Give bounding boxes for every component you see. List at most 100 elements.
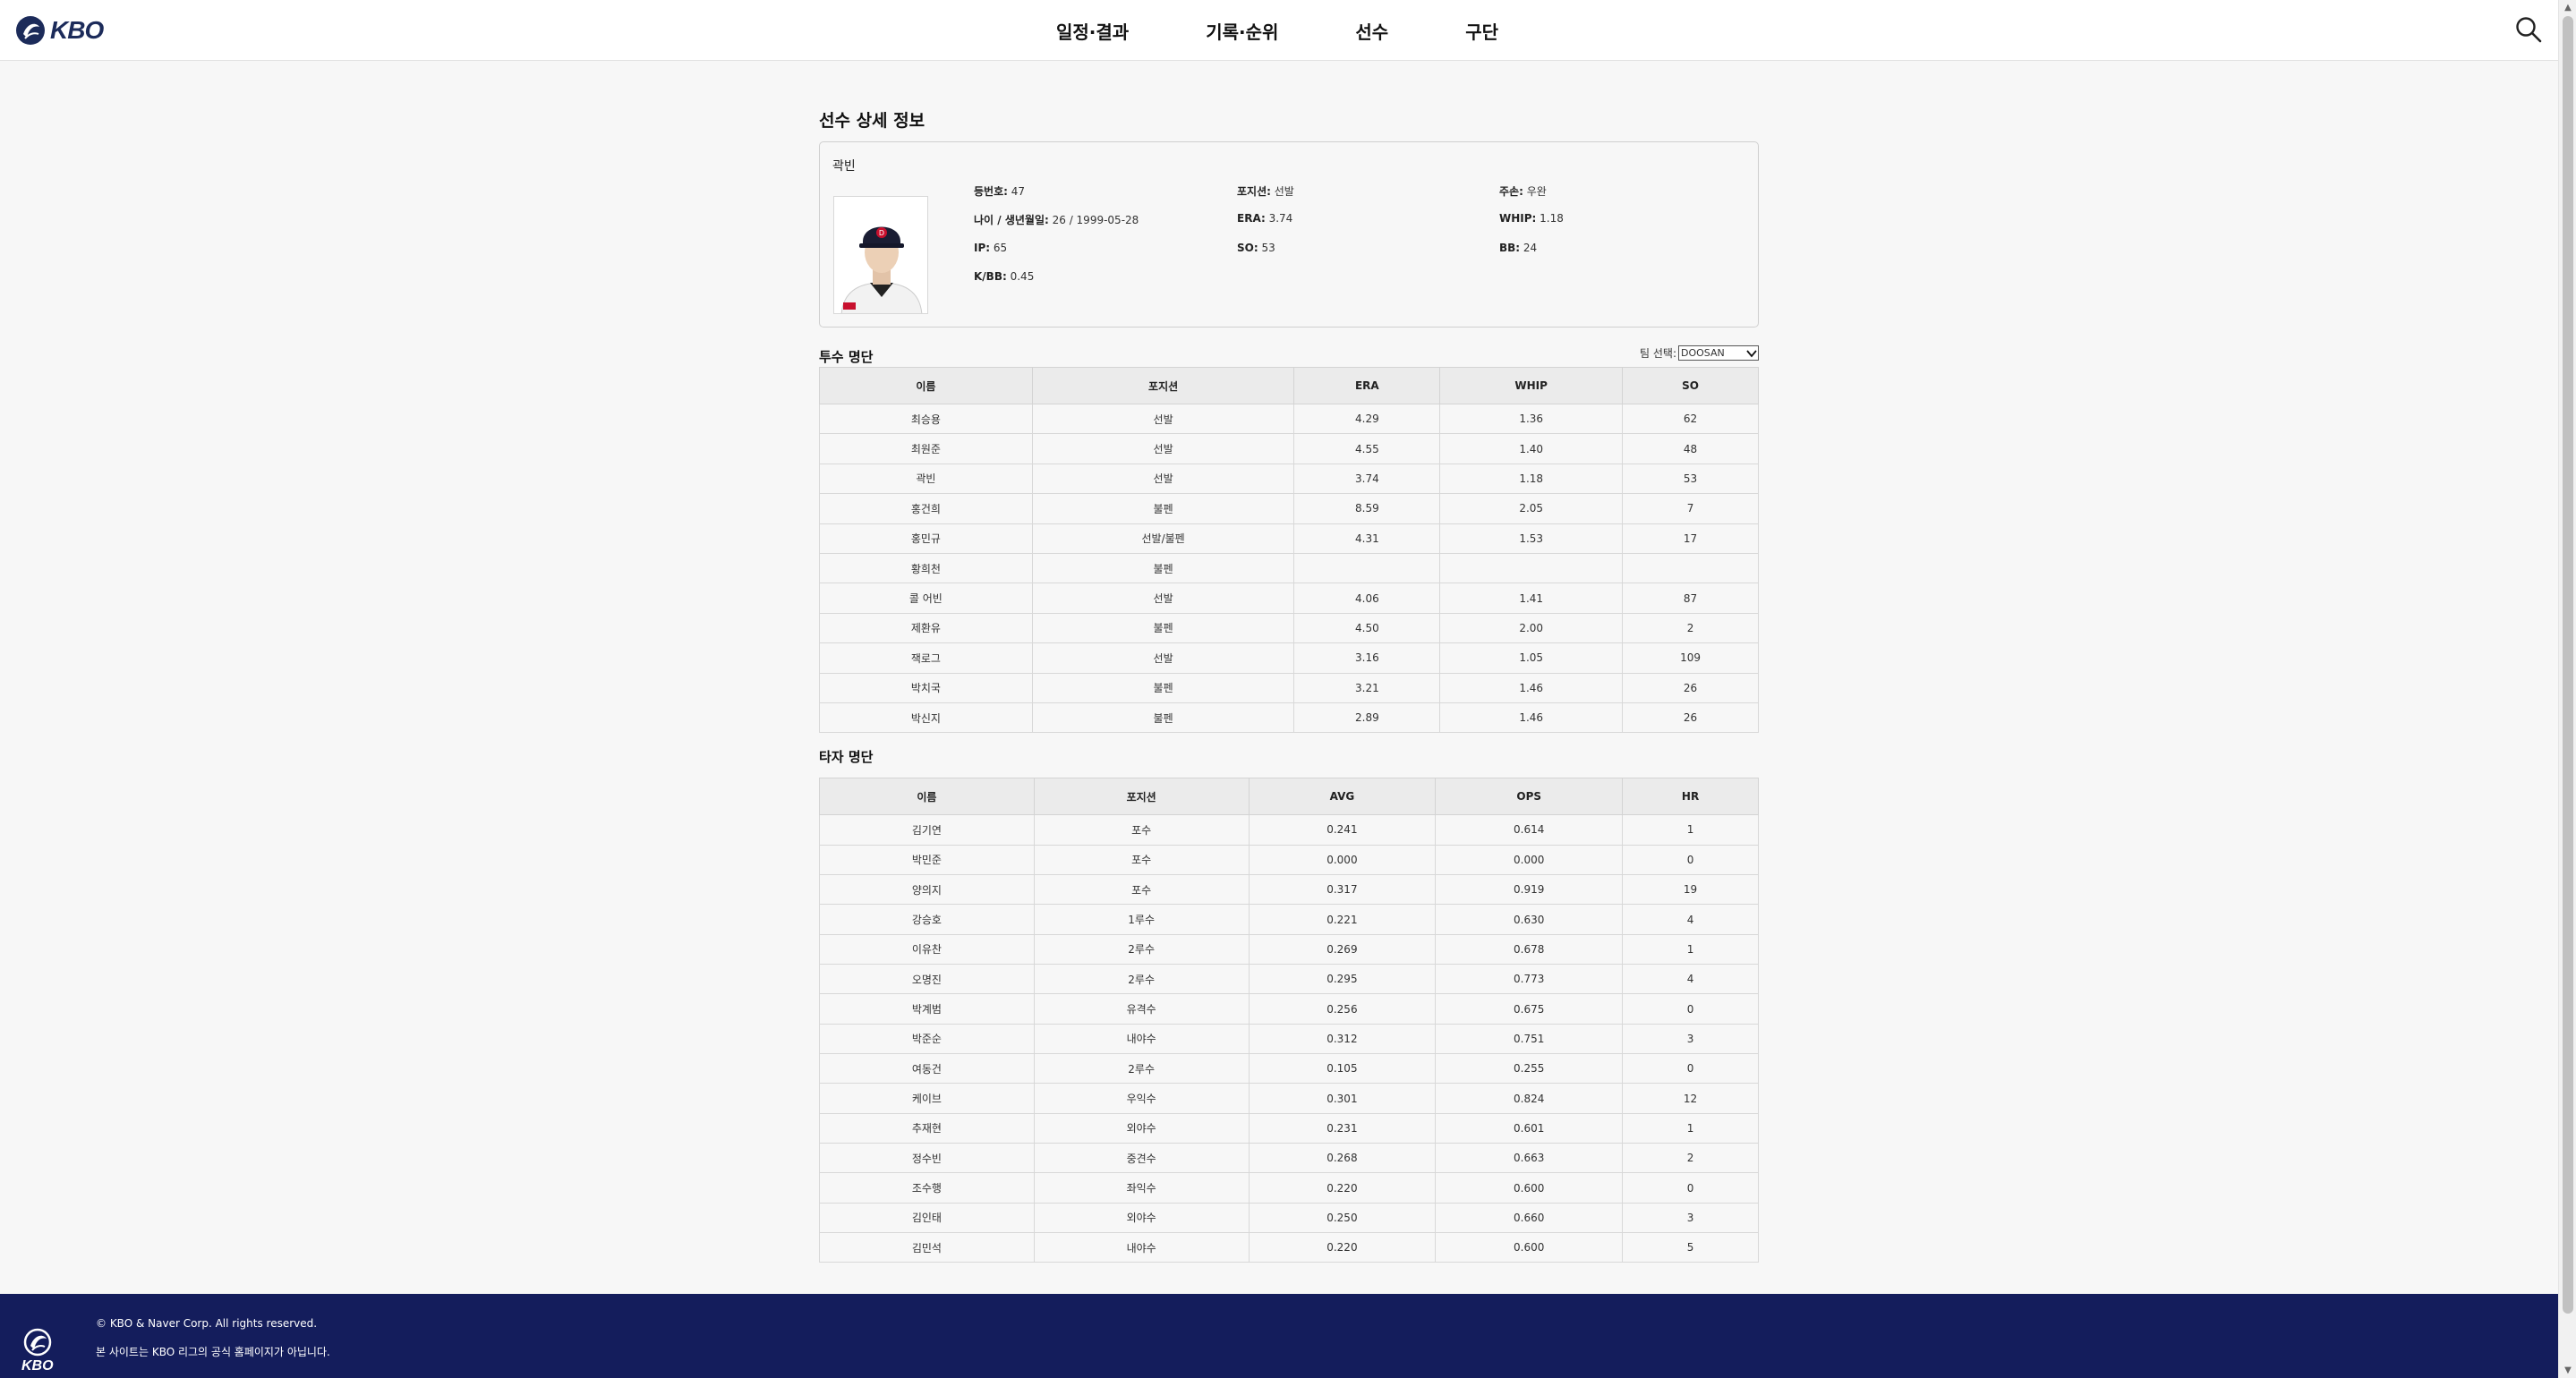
scroll-down-arrow-icon[interactable]: ▼ [2559,1363,2576,1378]
kbo-logo[interactable]: KBO [14,14,104,47]
hitter-row[interactable]: 오명진 2루수 0.295 0.773 4 [819,964,1759,995]
hitter-cell-stat1: 0.256 [1248,993,1437,1025]
hitter-cell-position: 2루수 [1033,933,1250,965]
team-select-dropdown[interactable]: DOOSAN [1678,345,1759,361]
pitcher-cell-stat3: 2 [1622,612,1759,644]
hitter-cell-position: 포수 [1033,873,1250,906]
hitter-cell-stat1: 0.220 [1248,1172,1437,1204]
pitcher-cell-name: 홍민규 [819,523,1033,554]
stat-throwing-hand: 주손: 우완 [1499,185,1547,198]
pitcher-row[interactable]: 홍건희 불펜 8.59 2.05 7 [819,493,1759,524]
pitcher-cell-stat1: 3.16 [1293,642,1441,674]
footer-disclaimer: 본 사이트는 KBO 리그의 공식 홈페이지가 아닙니다. [96,1346,330,1358]
hitter-row[interactable]: 조수행 좌익수 0.220 0.600 0 [819,1172,1759,1204]
hitter-row[interactable]: 정수빈 중견수 0.268 0.663 2 [819,1143,1759,1174]
hitter-cell-stat1: 0.301 [1248,1083,1437,1114]
col-avg[interactable]: AVG [1248,778,1437,816]
hitter-cell-stat2: 0.773 [1435,964,1624,995]
hitter-cell-stat1: 0.231 [1248,1112,1437,1144]
player-name: 곽빈 [832,159,856,174]
pitcher-row[interactable]: 최원준 선발 4.55 1.40 48 [819,433,1759,464]
hitter-cell-stat1: 0.105 [1248,1053,1437,1085]
hitter-cell-stat3: 1 [1622,1112,1759,1144]
col-ops[interactable]: OPS [1435,778,1624,816]
nav-schedule-results[interactable]: 일정·결과 [1056,18,1129,44]
col-so[interactable]: SO [1622,367,1759,404]
hitter-cell-stat2: 0.000 [1435,844,1624,875]
hitter-row[interactable]: 양의지 포수 0.317 0.919 19 [819,873,1759,906]
nav-teams[interactable]: 구단 [1465,18,1498,44]
hitter-row[interactable]: 김기연 포수 0.241 0.614 1 [819,814,1759,846]
hitter-cell-stat2: 0.255 [1435,1053,1624,1085]
hitter-cell-stat3: 0 [1622,1172,1759,1204]
hitter-cell-stat3: 4 [1622,964,1759,995]
hitter-cell-name: 박준순 [819,1023,1035,1055]
hitter-row[interactable]: 이유찬 2루수 0.269 0.678 1 [819,933,1759,965]
hitter-cell-position: 중견수 [1033,1143,1250,1174]
pitcher-row[interactable]: 곽빈 선발 3.74 1.18 53 [819,463,1759,495]
col-name[interactable]: 이름 [819,367,1033,404]
hitter-row[interactable]: 여동건 2루수 0.105 0.255 0 [819,1053,1759,1085]
site-footer: KBO © KBO & Naver Corp. All rights reser… [0,1294,2558,1378]
pitcher-row[interactable]: 잭로그 선발 3.16 1.05 109 [819,642,1759,674]
pitcher-cell-stat3: 87 [1622,583,1759,614]
col-position[interactable]: 포지션 [1033,778,1250,816]
hitter-cell-name: 조수행 [819,1172,1035,1204]
pitcher-cell-stat1: 4.50 [1293,612,1441,644]
hitter-row[interactable]: 박준순 내야수 0.312 0.751 3 [819,1023,1759,1055]
col-era[interactable]: ERA [1293,367,1441,404]
pitcher-cell-position: 선발 [1031,583,1295,614]
hitter-cell-stat1: 0.220 [1248,1232,1437,1263]
hitter-row[interactable]: 박계범 유격수 0.256 0.675 0 [819,993,1759,1025]
hitter-row[interactable]: 김인태 외야수 0.250 0.660 3 [819,1202,1759,1234]
hitter-cell-stat3: 1 [1622,933,1759,965]
hitter-cell-stat3: 0 [1622,1053,1759,1085]
hitter-row[interactable]: 강승호 1루수 0.221 0.630 4 [819,904,1759,935]
hitter-cell-stat1: 0.241 [1248,814,1437,846]
pitcher-table-header: 이름 포지션 ERA WHIP SO [819,367,1759,404]
pitcher-row[interactable]: 최승용 선발 4.29 1.36 62 [819,403,1759,435]
hitter-row[interactable]: 박민준 포수 0.000 0.000 0 [819,844,1759,875]
col-position[interactable]: 포지션 [1031,367,1295,404]
hitter-cell-name: 오명진 [819,964,1035,995]
search-icon[interactable] [2513,14,2544,45]
hitter-cell-name: 박계범 [819,993,1035,1025]
hitter-cell-stat3: 4 [1622,904,1759,935]
pitcher-row[interactable]: 박신지 불펜 2.89 1.46 26 [819,702,1759,734]
pitcher-row[interactable]: 박치국 불펜 3.21 1.46 26 [819,672,1759,703]
pitcher-cell-name: 콜 어빈 [819,583,1033,614]
hitter-section-header: 타자 명단 [819,744,1759,767]
page-scrollbar[interactable]: ▲ ▼ [2558,0,2576,1378]
col-whip[interactable]: WHIP [1439,367,1624,404]
pitcher-cell-stat3: 7 [1622,493,1759,524]
footer-logo-text: KBO [21,1358,54,1374]
nav-records-rankings[interactable]: 기록·순위 [1206,18,1278,44]
hitter-cell-stat3: 1 [1622,814,1759,846]
scroll-thumb[interactable] [2563,16,2573,1314]
pitcher-cell-position: 불펜 [1031,612,1295,644]
pitcher-cell-stat2 [1439,552,1624,584]
pitcher-cell-position: 불펜 [1031,702,1295,734]
pitcher-row[interactable]: 제환유 불펜 4.50 2.00 2 [819,612,1759,644]
pitcher-row[interactable]: 황희천 불펜 [819,552,1759,584]
stat-whip: WHIP: 1.18 [1499,212,1564,225]
nav-players[interactable]: 선수 [1355,18,1388,44]
hitter-row[interactable]: 추재현 외야수 0.231 0.601 1 [819,1112,1759,1144]
pitcher-cell-stat3: 48 [1622,433,1759,464]
team-select-value: DOOSAN [1681,347,1725,359]
hitter-cell-stat1: 0.317 [1248,873,1437,906]
hitter-cell-stat3: 0 [1622,993,1759,1025]
hitter-cell-stat2: 0.600 [1435,1232,1624,1263]
col-name[interactable]: 이름 [819,778,1035,816]
pitcher-row[interactable]: 콜 어빈 선발 4.06 1.41 87 [819,583,1759,614]
hitter-row[interactable]: 김민석 내야수 0.220 0.600 5 [819,1232,1759,1263]
pitcher-cell-position: 선발/불펜 [1031,523,1295,554]
scroll-up-arrow-icon[interactable]: ▲ [2559,0,2576,15]
pitcher-row[interactable]: 홍민규 선발/불펜 4.31 1.53 17 [819,523,1759,554]
pitcher-list-title: 투수 명단 [819,349,874,365]
hitter-row[interactable]: 케이브 우익수 0.301 0.824 12 [819,1083,1759,1114]
hitter-cell-stat1: 0.269 [1248,933,1437,965]
col-hr[interactable]: HR [1622,778,1759,816]
pitcher-cell-stat3: 17 [1622,523,1759,554]
hitter-cell-stat2: 0.630 [1435,904,1624,935]
